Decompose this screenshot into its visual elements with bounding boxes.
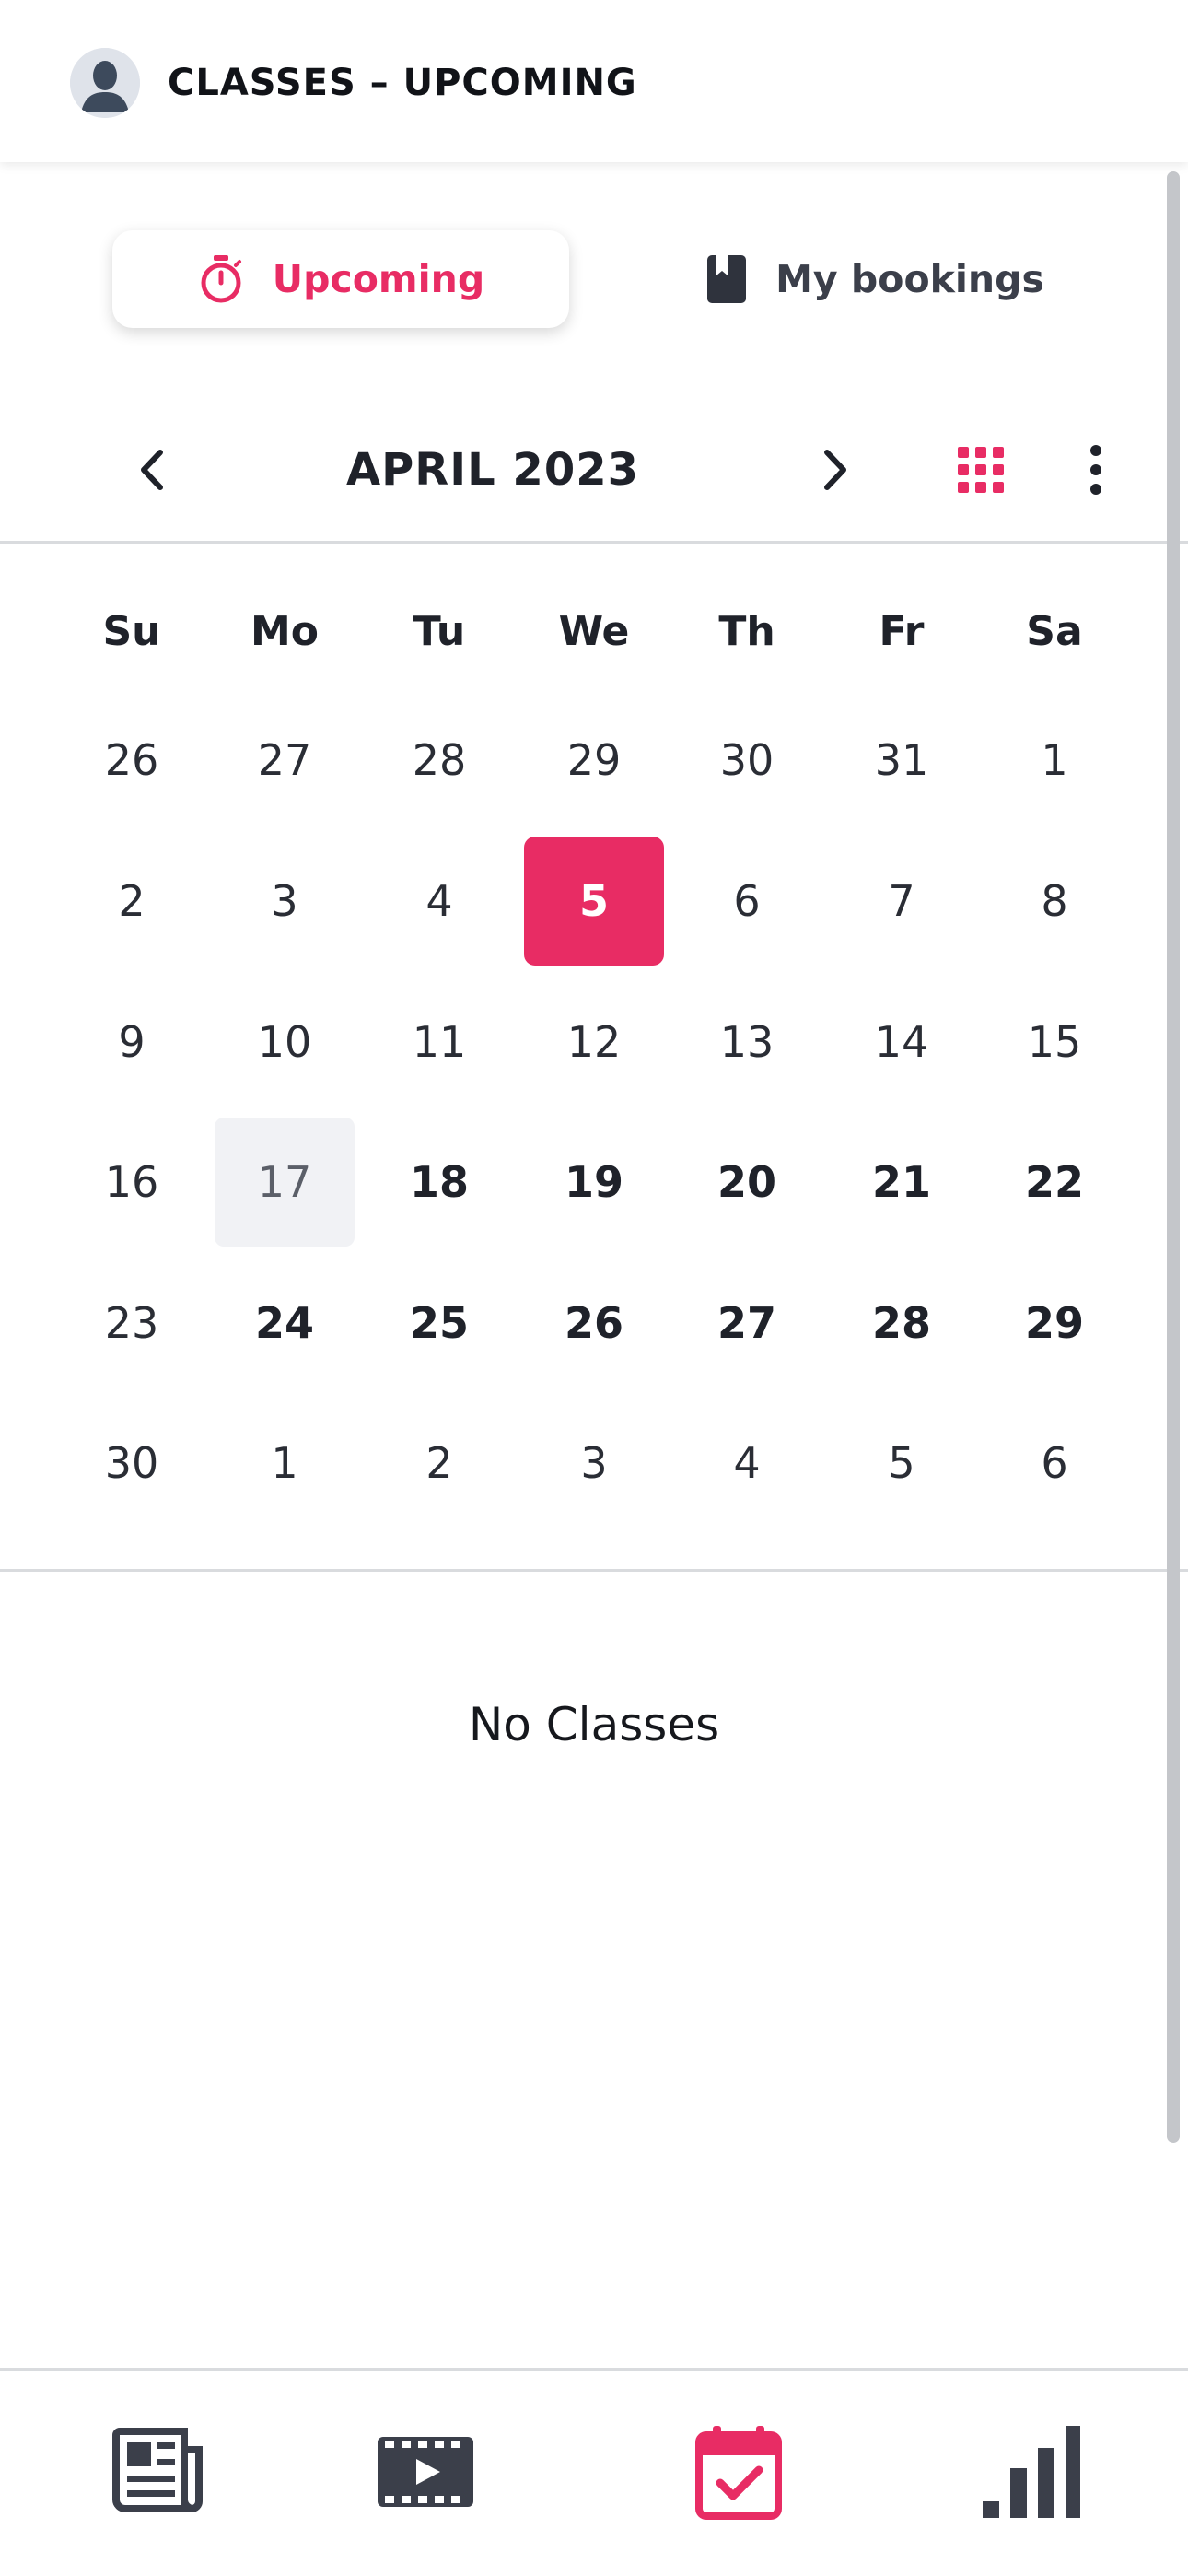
calendar-check-icon	[695, 2426, 782, 2520]
tab-my-bookings-label: My bookings	[775, 257, 1044, 301]
weekday-label: Sa	[1026, 607, 1083, 655]
user-silhouette-icon[interactable]	[70, 48, 140, 118]
calendar-day[interactable]: 27	[677, 1259, 817, 1388]
calendar-day[interactable]: 6	[984, 1399, 1124, 1528]
calendar-day[interactable]: 23	[62, 1259, 202, 1388]
next-month-button[interactable]	[788, 424, 880, 516]
weekday-label: Mo	[250, 607, 319, 655]
calendar-day[interactable]: 16	[62, 1118, 202, 1247]
calendar-day[interactable]: 21	[832, 1118, 972, 1247]
calendar-day[interactable]: 30	[677, 696, 817, 825]
weekday-label: Th	[718, 607, 775, 655]
month-navigation: APRIL 2023	[0, 424, 1188, 516]
calendar-day[interactable]: 4	[677, 1399, 817, 1528]
grid-icon	[958, 447, 1004, 493]
calendar-day[interactable]: 3	[524, 1399, 664, 1528]
bottom-navigation	[0, 2368, 1188, 2576]
calendar-day[interactable]: 20	[677, 1118, 817, 1247]
calendar-day[interactable]: 18	[369, 1118, 509, 1247]
calendar-day[interactable]: 13	[677, 978, 817, 1107]
calendar-day[interactable]: 12	[524, 978, 664, 1107]
nav-videos[interactable]	[370, 2417, 481, 2527]
previous-month-button[interactable]	[107, 424, 199, 516]
bar-chart-icon	[983, 2426, 1080, 2518]
scrollbar[interactable]	[1167, 171, 1180, 2143]
nav-classes[interactable]	[683, 2417, 794, 2527]
calendar-day[interactable]: 1	[215, 1399, 355, 1528]
calendar-day[interactable]: 24	[215, 1259, 355, 1388]
stopwatch-icon	[197, 253, 245, 305]
more-vertical-icon	[1090, 445, 1101, 495]
top-app-bar: CLASSES – UPCOMING	[0, 0, 1188, 162]
calendar-day[interactable]: 2	[369, 1399, 509, 1528]
calendar-day[interactable]: 2	[62, 837, 202, 966]
calendar-day[interactable]: 28	[369, 696, 509, 825]
weekday-label: We	[558, 607, 630, 655]
nav-news[interactable]	[103, 2417, 214, 2527]
calendar-day[interactable]: 14	[832, 978, 972, 1107]
video-film-icon	[378, 2437, 473, 2507]
calendar-day[interactable]: 31	[832, 696, 972, 825]
calendar-day-highlighted[interactable]: 17	[215, 1118, 355, 1247]
calendar-day[interactable]: 30	[62, 1399, 202, 1528]
calendar-day[interactable]: 22	[984, 1118, 1124, 1247]
month-label: APRIL 2023	[345, 444, 640, 496]
divider	[0, 541, 1188, 544]
weekday-label: Fr	[879, 607, 925, 655]
grid-view-button[interactable]	[935, 424, 1027, 516]
more-options-button[interactable]	[1050, 424, 1142, 516]
tab-upcoming[interactable]: Upcoming	[112, 230, 569, 328]
divider	[0, 1569, 1188, 1572]
calendar-day[interactable]: 1	[984, 696, 1124, 825]
calendar-day[interactable]: 3	[215, 837, 355, 966]
calendar-day-selected[interactable]: 5	[524, 837, 664, 966]
calendar-day[interactable]: 4	[369, 837, 509, 966]
weekday-label: Tu	[413, 607, 466, 655]
nav-stats[interactable]	[976, 2417, 1087, 2527]
calendar-day[interactable]: 26	[62, 696, 202, 825]
page-title: CLASSES – UPCOMING	[168, 62, 637, 104]
calendar-day[interactable]: 7	[832, 837, 972, 966]
calendar-day[interactable]: 9	[62, 978, 202, 1107]
newspaper-icon	[112, 2428, 203, 2512]
calendar-day[interactable]: 28	[832, 1259, 972, 1388]
weekday-header: Su Mo Tu We Th Fr Sa	[0, 590, 1188, 673]
bookmark-book-icon	[705, 253, 748, 305]
calendar-day[interactable]: 10	[215, 978, 355, 1107]
chevron-left-icon	[141, 450, 163, 490]
calendar-day[interactable]: 19	[524, 1118, 664, 1247]
calendar-day[interactable]: 5	[832, 1399, 972, 1528]
app-screen: CLASSES – UPCOMING Upcoming My bookings	[0, 0, 1188, 2576]
chevron-right-icon	[824, 450, 846, 490]
calendar-day[interactable]: 29	[524, 696, 664, 825]
calendar-day[interactable]: 29	[984, 1259, 1124, 1388]
empty-state-message: No Classes	[468, 1698, 720, 1751]
calendar-day[interactable]: 25	[369, 1259, 509, 1388]
tab-upcoming-label: Upcoming	[272, 257, 485, 301]
calendar-day[interactable]: 26	[524, 1259, 664, 1388]
calendar-day[interactable]: 27	[215, 696, 355, 825]
calendar-day[interactable]: 11	[369, 978, 509, 1107]
calendar-day[interactable]: 15	[984, 978, 1124, 1107]
weekday-label: Su	[102, 607, 161, 655]
calendar-day[interactable]: 6	[677, 837, 817, 966]
calendar-day[interactable]: 8	[984, 837, 1124, 966]
tab-my-bookings[interactable]: My bookings	[645, 230, 1105, 328]
